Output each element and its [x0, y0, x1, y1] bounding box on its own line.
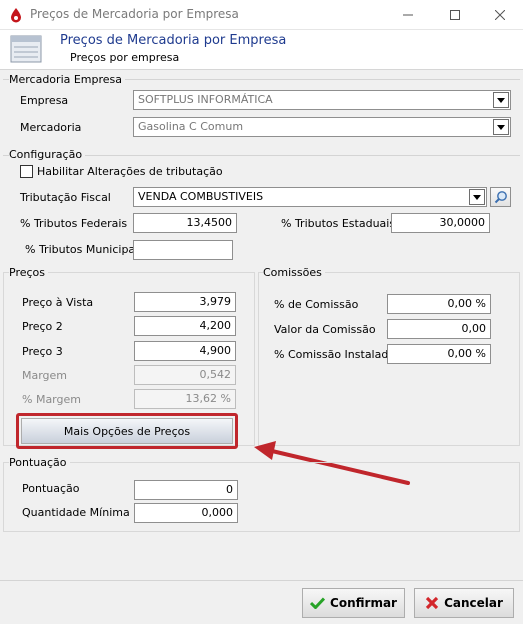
qtd-minima-label: Quantidade Mínima [22, 506, 130, 519]
cancelar-button[interactable]: Cancelar [414, 588, 514, 618]
pct-instalador-input[interactable]: 0,00 % [387, 344, 491, 364]
preco3-input[interactable]: 4,900 [134, 341, 236, 361]
confirmar-button[interactable]: Confirmar [302, 588, 405, 618]
tributacao-label: Tributação Fiscal [20, 191, 111, 204]
preco-vista-input[interactable]: 3,979 [134, 292, 236, 312]
page-title: Preços de Mercadoria por Empresa [60, 33, 287, 48]
empresa-value: SOFTPLUS INFORMÁTICA [138, 93, 273, 106]
municipais-input[interactable] [133, 240, 233, 260]
empresa-label: Empresa [20, 94, 69, 107]
form-header: Preços de Mercadoria por Empresa Preços … [0, 30, 523, 70]
app-drop-icon [11, 8, 21, 23]
form-table-icon [10, 35, 42, 63]
chevron-down-icon[interactable] [469, 189, 485, 205]
estaduais-input[interactable]: 30,0000 [391, 213, 490, 233]
pontuacao-title: Pontuação [9, 456, 70, 469]
habilitar-checkbox[interactable] [20, 165, 33, 178]
pontuacao-label: Pontuação [22, 482, 80, 495]
chevron-down-icon[interactable] [493, 92, 509, 108]
mercadoria-value: Gasolina C Comum [138, 120, 244, 133]
title-bar: Preços de Mercadoria por Empresa [0, 0, 523, 30]
minimize-icon [403, 14, 413, 16]
page-subtitle: Preços por empresa [70, 51, 180, 64]
pct-margem-label: % Margem [22, 393, 81, 406]
valor-comissao-label: Valor da Comissão [274, 323, 376, 336]
chevron-down-icon[interactable] [493, 119, 509, 135]
mais-opcoes-precos-button[interactable]: Mais Opções de Preços [21, 418, 233, 444]
municipais-label: % Tributos Municipais [25, 243, 144, 256]
maximize-icon [450, 10, 460, 20]
search-icon [494, 191, 507, 204]
preco2-label: Preço 2 [22, 320, 63, 333]
cancel-x-icon [425, 596, 439, 610]
federais-input[interactable]: 13,4500 [133, 213, 237, 233]
margem-input: 0,542 [134, 365, 236, 385]
preco2-input[interactable]: 4,200 [134, 316, 236, 336]
pct-instalador-label: % Comissão Instalador [274, 348, 400, 361]
estaduais-label: % Tributos Estaduais [281, 217, 396, 230]
federais-label: % Tributos Federais [20, 217, 128, 230]
empresa-select[interactable]: SOFTPLUS INFORMÁTICA [133, 90, 511, 110]
close-button[interactable] [477, 0, 523, 30]
comissoes-title: Comissões [263, 266, 325, 279]
configuracao-title: Configuração [9, 148, 86, 161]
pontuacao-input[interactable]: 0 [134, 480, 238, 500]
margem-label: Margem [22, 369, 68, 382]
tributacao-value: VENDA COMBUSTIVEIS [138, 190, 264, 203]
tributacao-select[interactable]: VENDA COMBUSTIVEIS [133, 187, 487, 207]
footer-divider [0, 580, 523, 581]
qtd-minima-input[interactable]: 0,000 [134, 503, 238, 523]
mercadoria-select[interactable]: Gasolina C Comum [133, 117, 511, 137]
pct-comissao-input[interactable]: 0,00 % [387, 294, 491, 314]
minimize-button[interactable] [385, 0, 431, 30]
pct-comissao-label: % de Comissão [274, 298, 359, 311]
maximize-button[interactable] [432, 0, 478, 30]
precos-title: Preços [9, 266, 48, 279]
preco-vista-label: Preço à Vista [22, 296, 94, 309]
preco3-label: Preço 3 [22, 345, 63, 358]
window-title: Preços de Mercadoria por Empresa [30, 7, 239, 21]
tributacao-search-button[interactable] [490, 187, 511, 207]
pontuacao-group [3, 462, 520, 532]
mercadoria-label: Mercadoria [20, 121, 82, 134]
habilitar-label: Habilitar Alterações de tributação [37, 165, 223, 178]
mercadoria-empresa-title: Mercadoria Empresa [9, 73, 126, 86]
confirmar-label: Confirmar [330, 596, 397, 610]
close-icon [495, 10, 505, 20]
valor-comissao-input[interactable]: 0,00 [387, 319, 491, 339]
cancelar-label: Cancelar [444, 596, 503, 610]
pct-margem-input: 13,62 % [134, 389, 236, 409]
check-icon [310, 597, 326, 609]
